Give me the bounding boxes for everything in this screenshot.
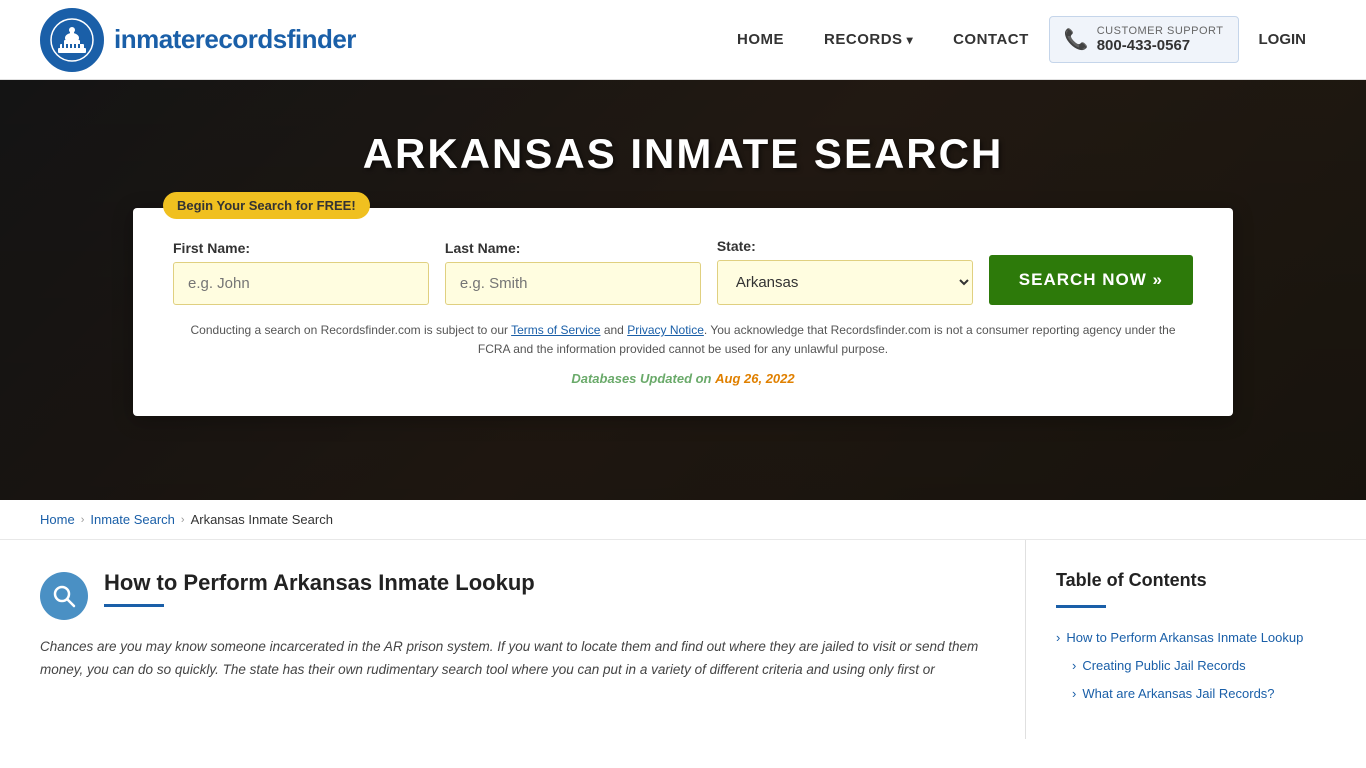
- toc-link-3[interactable]: What are Arkansas Jail Records?: [1082, 685, 1274, 703]
- breadcrumb-home[interactable]: Home: [40, 512, 75, 527]
- main-nav: HOME RECORDS ▾ CONTACT 📞 CUSTOMER SUPPOR…: [717, 16, 1326, 63]
- toc-arrow-1: ›: [1056, 630, 1060, 645]
- hero-section: ARKANSAS INMATE SEARCH Begin Your Search…: [0, 80, 1366, 500]
- breadcrumb: Home › Inmate Search › Arkansas Inmate S…: [0, 500, 1366, 540]
- logo-text: inmaterecordsfinder: [114, 24, 356, 55]
- db-updated-label: Databases Updated on: [571, 371, 711, 386]
- toc-arrow-3: ›: [1072, 686, 1076, 701]
- breadcrumb-inmate-search[interactable]: Inmate Search: [90, 512, 175, 527]
- logo-text-bold: finder: [287, 24, 356, 54]
- hero-title: ARKANSAS INMATE SEARCH: [363, 130, 1004, 178]
- disclaimer-text: Conducting a search on Recordsfinder.com…: [173, 321, 1193, 359]
- toc-title: Table of Contents: [1056, 570, 1326, 591]
- breadcrumb-sep-2: ›: [181, 514, 185, 526]
- toc-divider: [1056, 605, 1106, 608]
- chevron-down-icon: ▾: [907, 33, 914, 47]
- state-label: State:: [717, 238, 973, 254]
- privacy-link[interactable]: Privacy Notice: [627, 323, 704, 337]
- section-header: How to Perform Arkansas Inmate Lookup: [40, 570, 995, 620]
- breadcrumb-sep-1: ›: [81, 514, 85, 526]
- toc-item-1[interactable]: › How to Perform Arkansas Inmate Lookup: [1056, 624, 1326, 652]
- logo-icon: [40, 8, 104, 72]
- sidebar-toc: Table of Contents › How to Perform Arkan…: [1026, 540, 1326, 739]
- state-select[interactable]: Arkansas: [717, 260, 973, 305]
- login-button[interactable]: LOGIN: [1239, 21, 1327, 58]
- free-badge: Begin Your Search for FREE!: [163, 192, 370, 219]
- search-card: Begin Your Search for FREE! First Name: …: [133, 208, 1233, 416]
- toc-arrow-2: ›: [1072, 658, 1076, 673]
- phone-icon: 📞: [1064, 27, 1089, 52]
- site-header: inmaterecordsfinder HOME RECORDS ▾ CONTA…: [0, 0, 1366, 80]
- main-body-text: Chances are you may know someone incarce…: [40, 636, 995, 682]
- section-title-area: How to Perform Arkansas Inmate Lookup: [104, 570, 535, 607]
- section-title: How to Perform Arkansas Inmate Lookup: [104, 570, 535, 596]
- first-name-input[interactable]: [173, 262, 429, 305]
- search-row: First Name: Last Name: State: Arkansas S…: [173, 238, 1193, 305]
- main-content: How to Perform Arkansas Inmate Lookup Ch…: [40, 540, 1026, 739]
- toc-item-3[interactable]: › What are Arkansas Jail Records?: [1056, 680, 1326, 708]
- toc-link-1[interactable]: How to Perform Arkansas Inmate Lookup: [1066, 629, 1303, 647]
- nav-records[interactable]: RECORDS ▾: [804, 21, 933, 58]
- content-area: How to Perform Arkansas Inmate Lookup Ch…: [0, 540, 1366, 739]
- tos-link[interactable]: Terms of Service: [511, 323, 600, 337]
- support-info: CUSTOMER SUPPORT 800-433-0567: [1097, 25, 1224, 54]
- last-name-input[interactable]: [445, 262, 701, 305]
- nav-home[interactable]: HOME: [717, 21, 804, 58]
- support-label: CUSTOMER SUPPORT: [1097, 25, 1224, 37]
- toc-item-2[interactable]: › Creating Public Jail Records: [1056, 652, 1326, 680]
- state-field: State: Arkansas: [717, 238, 973, 305]
- last-name-field: Last Name:: [445, 240, 701, 305]
- first-name-label: First Name:: [173, 240, 429, 256]
- support-phone: 800-433-0567: [1097, 37, 1224, 54]
- nav-contact[interactable]: CONTACT: [933, 21, 1049, 58]
- logo-area[interactable]: inmaterecordsfinder: [40, 8, 356, 72]
- last-name-label: Last Name:: [445, 240, 701, 256]
- toc-link-2[interactable]: Creating Public Jail Records: [1082, 657, 1245, 675]
- nav-records-label: RECORDS: [824, 31, 903, 48]
- first-name-field: First Name:: [173, 240, 429, 305]
- breadcrumb-current: Arkansas Inmate Search: [191, 512, 333, 527]
- search-circle-icon: [40, 572, 88, 620]
- db-updated: Databases Updated on Aug 26, 2022: [173, 371, 1193, 386]
- search-button[interactable]: SEARCH NOW »: [989, 255, 1193, 305]
- logo-text-regular: inmaterecords: [114, 24, 287, 54]
- title-underline: [104, 604, 164, 607]
- db-updated-date: Aug 26, 2022: [715, 371, 795, 386]
- customer-support[interactable]: 📞 CUSTOMER SUPPORT 800-433-0567: [1049, 16, 1239, 63]
